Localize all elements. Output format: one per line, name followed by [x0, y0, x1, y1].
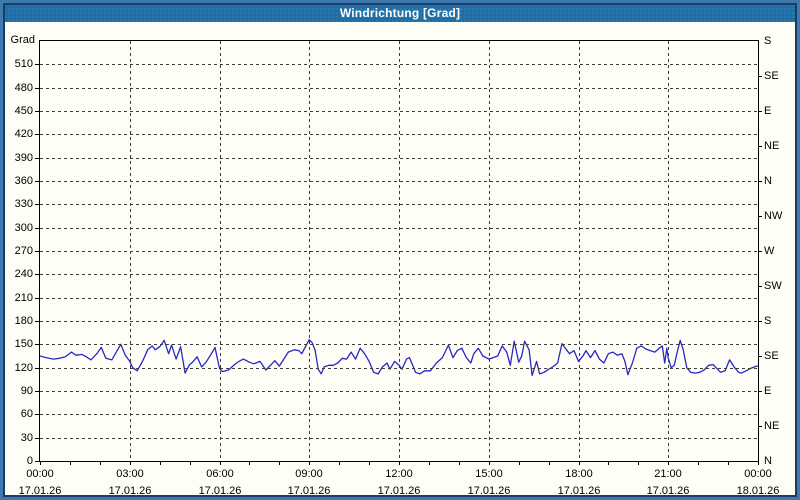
right-axis-tick [759, 286, 762, 287]
y-axis-tick-label: 210 [14, 292, 33, 304]
x-axis-tick [608, 462, 609, 465]
x-axis-date-label: 17.01.26 [108, 485, 152, 497]
x-axis-date-label: 17.01.26 [198, 485, 242, 497]
right-axis-compass-label: NE [764, 140, 780, 152]
x-axis-date-label: 17.01.26 [557, 485, 601, 497]
y-axis-tick-label: 510 [14, 58, 33, 70]
x-axis-tick [399, 462, 400, 465]
right-axis-compass-label: W [764, 245, 775, 257]
right-axis-compass-label: E [764, 385, 772, 397]
y-axis-tick-label: 270 [14, 245, 33, 257]
x-axis-date-label: 17.01.26 [646, 485, 690, 497]
x-axis-tick [40, 462, 41, 465]
right-axis-tick [759, 111, 762, 112]
right-axis-tick [759, 391, 762, 392]
y-axis-unit-label: Grad [10, 34, 35, 46]
x-axis-tick [220, 462, 221, 465]
window-title: Windrichtung [Grad] [339, 5, 461, 20]
x-axis-tick [549, 462, 550, 465]
x-axis-tick [369, 462, 370, 465]
wind-direction-line-chart [40, 339, 758, 377]
x-axis-tick [70, 462, 71, 465]
right-axis-compass-label: S [764, 315, 772, 327]
x-axis-tick [698, 462, 699, 465]
y-axis-tick-label: 0 [26, 455, 33, 467]
x-axis-time-label: 09:00 [295, 468, 323, 480]
x-axis-date-label: 17.01.26 [377, 485, 421, 497]
y-axis-tick-label: 240 [14, 268, 33, 280]
x-axis-tick [489, 462, 490, 465]
x-axis-tick [190, 462, 191, 465]
y-axis-tick-label: 30 [20, 432, 33, 444]
x-axis-tick [459, 462, 460, 465]
x-axis-date-label: 17.01.26 [18, 485, 62, 497]
x-axis-time-label: 21:00 [654, 468, 682, 480]
right-axis-compass-label: E [764, 105, 772, 117]
y-axis-tick-label: 180 [14, 315, 33, 327]
x-axis-time-label: 15:00 [475, 468, 503, 480]
wind-direction-series-line [40, 339, 758, 377]
right-axis-tick [759, 146, 762, 147]
plot-area [39, 40, 759, 462]
right-axis-tick [759, 356, 762, 357]
x-axis-tick [339, 462, 340, 465]
right-axis-tick [759, 321, 762, 322]
right-axis-compass-label: NE [764, 420, 780, 432]
right-axis-tick [759, 181, 762, 182]
y-axis-tick-label: 90 [20, 385, 33, 397]
x-axis-date-label: 18.01.26 [736, 485, 780, 497]
window-titlebar[interactable]: Windrichtung [Grad] [3, 3, 797, 22]
x-axis-tick [279, 462, 280, 465]
x-axis-tick [519, 462, 520, 465]
y-axis-tick-label: 60 [20, 408, 33, 420]
x-axis-tick [130, 462, 131, 465]
x-axis-tick [249, 462, 250, 465]
x-axis-tick [668, 462, 669, 465]
x-axis-tick [758, 462, 759, 465]
x-axis-time-label: 12:00 [385, 468, 413, 480]
y-axis-tick-label: 150 [14, 338, 33, 350]
chart-window: Windrichtung [Grad] Grad 0 30 60 90 120 150 18… [0, 0, 800, 500]
right-axis-compass-label: NW [764, 210, 783, 222]
y-axis-tick-label: 300 [14, 222, 33, 234]
x-axis-tick [309, 462, 310, 465]
right-axis-compass-label: SE [764, 70, 779, 82]
right-axis-compass-label: S [764, 35, 772, 47]
x-axis-time-label: 18:00 [565, 468, 593, 480]
x-axis-tick [728, 462, 729, 465]
x-axis-time-label: 06:00 [206, 468, 234, 480]
x-axis-time-label: 00:00 [26, 468, 54, 480]
y-axis-tick-label: 120 [14, 362, 33, 374]
y-axis-tick-label: 480 [14, 82, 33, 94]
right-axis-tick [759, 216, 762, 217]
x-axis-tick [100, 462, 101, 465]
y-axis-tick-label: 450 [14, 105, 33, 117]
y-axis-tick-label: 420 [14, 128, 33, 140]
right-axis-tick [759, 251, 762, 252]
right-axis-compass-label: N [764, 455, 772, 467]
x-axis-date-label: 17.01.26 [287, 485, 331, 497]
right-axis-compass-label: N [764, 175, 772, 187]
right-axis-tick [759, 76, 762, 77]
right-axis-compass-label: SW [764, 280, 782, 292]
y-axis-tick-label: 390 [14, 152, 33, 164]
x-axis-tick [579, 462, 580, 465]
x-axis-tick [160, 462, 161, 465]
x-axis-tick [429, 462, 430, 465]
x-axis-time-label: 03:00 [116, 468, 144, 480]
y-axis-tick-label: 330 [14, 198, 33, 210]
x-axis-time-label: 00:00 [744, 468, 772, 480]
right-axis-tick [759, 426, 762, 427]
x-axis-tick [638, 462, 639, 465]
y-axis-tick-label: 360 [14, 175, 33, 187]
right-axis-compass-label: SE [764, 350, 779, 362]
x-axis-date-label: 17.01.26 [467, 485, 511, 497]
